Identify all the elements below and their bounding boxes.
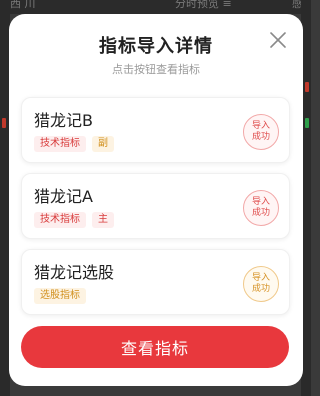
- import-success-badge: 导入 成功: [243, 266, 279, 302]
- tag-indicator-type: 技术指标: [34, 212, 86, 228]
- close-button[interactable]: [267, 29, 289, 51]
- indicator-card[interactable]: 猎龙记A 技术指标 主 导入 成功: [21, 173, 290, 239]
- modal-subtitle: 点击按钮查看指标: [112, 63, 200, 76]
- indicator-card[interactable]: 猎龙记选股 选股指标 导入 成功: [21, 249, 290, 315]
- indicator-name: 猎龙记A: [34, 187, 93, 206]
- import-details-modal: 指标导入详情 点击按钮查看指标 猎龙记B 技术指标 副 导入 成功 猎龙记A 技术…: [9, 14, 303, 386]
- indicator-name: 猎龙记B: [34, 111, 93, 130]
- background-green-marker: [305, 118, 309, 128]
- tag-chart-position: 主: [92, 212, 114, 228]
- tag-indicator-type: 技术指标: [34, 136, 86, 152]
- import-success-badge: 导入 成功: [243, 190, 279, 226]
- modal-title: 指标导入详情: [99, 36, 213, 57]
- background-header-left: 西 川: [10, 0, 36, 10]
- background-red-marker: [2, 118, 6, 128]
- tag-indicator-type: 选股指标: [34, 288, 86, 304]
- close-icon: [270, 32, 286, 48]
- indicator-card[interactable]: 猎龙记B 技术指标 副 导入 成功: [21, 97, 290, 163]
- indicator-tags: 技术指标 主: [34, 212, 114, 228]
- view-indicators-button[interactable]: 查看指标: [21, 326, 289, 368]
- indicator-tags: 选股指标: [34, 288, 86, 304]
- indicator-tags: 技术指标 副: [34, 136, 114, 152]
- background-red-marker: [305, 82, 309, 92]
- background-header-center: 分时预览 ≡: [175, 0, 232, 10]
- tag-chart-position: 副: [92, 136, 114, 152]
- import-success-badge: 导入 成功: [243, 114, 279, 150]
- indicator-name: 猎龙记选股: [34, 263, 115, 282]
- background-header: 西 川 分时预览 ≡ 感: [0, 0, 311, 14]
